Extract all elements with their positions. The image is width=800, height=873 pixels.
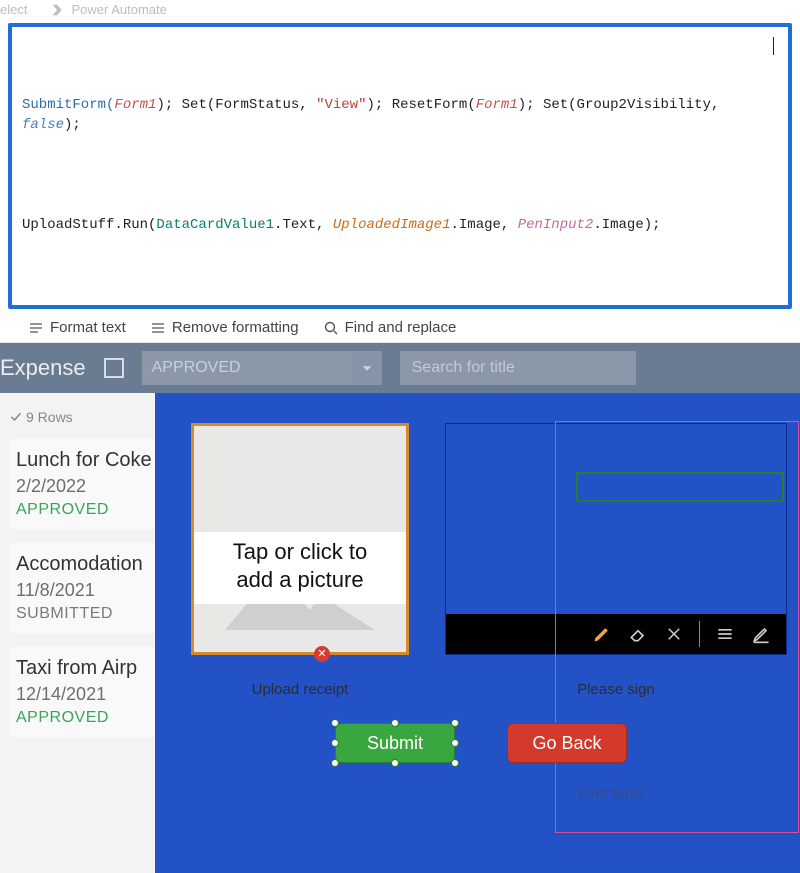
status-dropdown[interactable]: APPROVED	[142, 351, 382, 385]
form-panel: Tap or click to add a picture ✕ Upload r…	[155, 393, 800, 873]
select-label: elect	[0, 2, 27, 17]
ribbon-fragment: elect Power Automate	[0, 0, 800, 21]
pen-clear-icon[interactable]	[663, 623, 685, 645]
sign-caption: Please sign	[445, 681, 787, 698]
item-title: Accomodation	[16, 553, 149, 576]
item-status: APPROVED	[16, 501, 149, 519]
flow-icon	[51, 3, 65, 17]
pen-toolbar	[446, 614, 786, 654]
format-icon	[28, 320, 44, 336]
expense-list: 9 Rows Lunch for Coke 2/2/2022 APPROVED …	[0, 393, 155, 873]
item-status: SUBMITTED	[16, 605, 149, 623]
formula-line-1: SubmitForm(Form1); Set(FormStatus, "View…	[22, 75, 778, 155]
item-title: Taxi from Airp	[16, 657, 149, 680]
pen-input[interactable]	[445, 423, 787, 655]
search-placeholder: Search for title	[412, 359, 515, 377]
list-item[interactable]: Lunch for Coke 2/2/2022 APPROVED	[10, 439, 155, 529]
delete-image-icon[interactable]: ✕	[314, 646, 330, 662]
search-input[interactable]: Search for title	[400, 351, 636, 385]
chevron-down-icon	[352, 351, 382, 385]
check-icon	[10, 411, 22, 423]
item-status: APPROVED	[16, 709, 149, 727]
item-date: 11/8/2021	[16, 580, 149, 601]
formula-line-2: UploadStuff.Run(DataCardValue1.Text, Upl…	[22, 195, 778, 255]
remove-format-icon	[150, 320, 166, 336]
item-date: 12/14/2021	[16, 684, 149, 705]
find-replace-button[interactable]: Find and replace	[323, 319, 457, 336]
format-text-button[interactable]: Format text	[28, 319, 126, 336]
formula-toolbar: Format text Remove formatting Find and r…	[0, 315, 800, 343]
app-header: Expense APPROVED Search for title	[0, 343, 800, 393]
page-title: Expense	[0, 355, 86, 381]
pen-color-icon[interactable]	[750, 623, 772, 645]
upload-caption: Upload receipt	[191, 681, 409, 698]
power-automate-item[interactable]: Power Automate	[51, 2, 166, 17]
pen-width-icon[interactable]	[714, 623, 736, 645]
go-back-button[interactable]: Go Back	[507, 723, 627, 763]
search-icon	[323, 320, 339, 336]
submit-button[interactable]: Submit	[335, 723, 455, 763]
remove-formatting-button[interactable]: Remove formatting	[150, 319, 299, 336]
add-picture-hint: Tap or click to add a picture	[194, 532, 406, 604]
approved-checkbox[interactable]	[104, 358, 124, 378]
pen-erase-icon[interactable]	[627, 623, 649, 645]
pen-draw-icon[interactable]	[591, 623, 613, 645]
item-title: Lunch for Coke	[16, 449, 149, 472]
add-picture-control[interactable]: Tap or click to add a picture ✕	[191, 423, 409, 655]
find-items-hint: Find items	[579, 785, 644, 801]
signature-target-box	[576, 472, 784, 502]
list-item[interactable]: Taxi from Airp 12/14/2021 APPROVED	[10, 647, 155, 737]
dropdown-value: APPROVED	[152, 359, 241, 377]
list-item[interactable]: Accomodation 11/8/2021 SUBMITTED	[10, 543, 155, 633]
divider	[699, 621, 700, 647]
row-count: 9 Rows	[10, 409, 155, 425]
formula-bar[interactable]: SubmitForm(Form1); Set(FormStatus, "View…	[8, 23, 792, 309]
item-date: 2/2/2022	[16, 476, 149, 497]
text-cursor-icon	[773, 37, 774, 55]
body-area: 9 Rows Lunch for Coke 2/2/2022 APPROVED …	[0, 393, 800, 873]
